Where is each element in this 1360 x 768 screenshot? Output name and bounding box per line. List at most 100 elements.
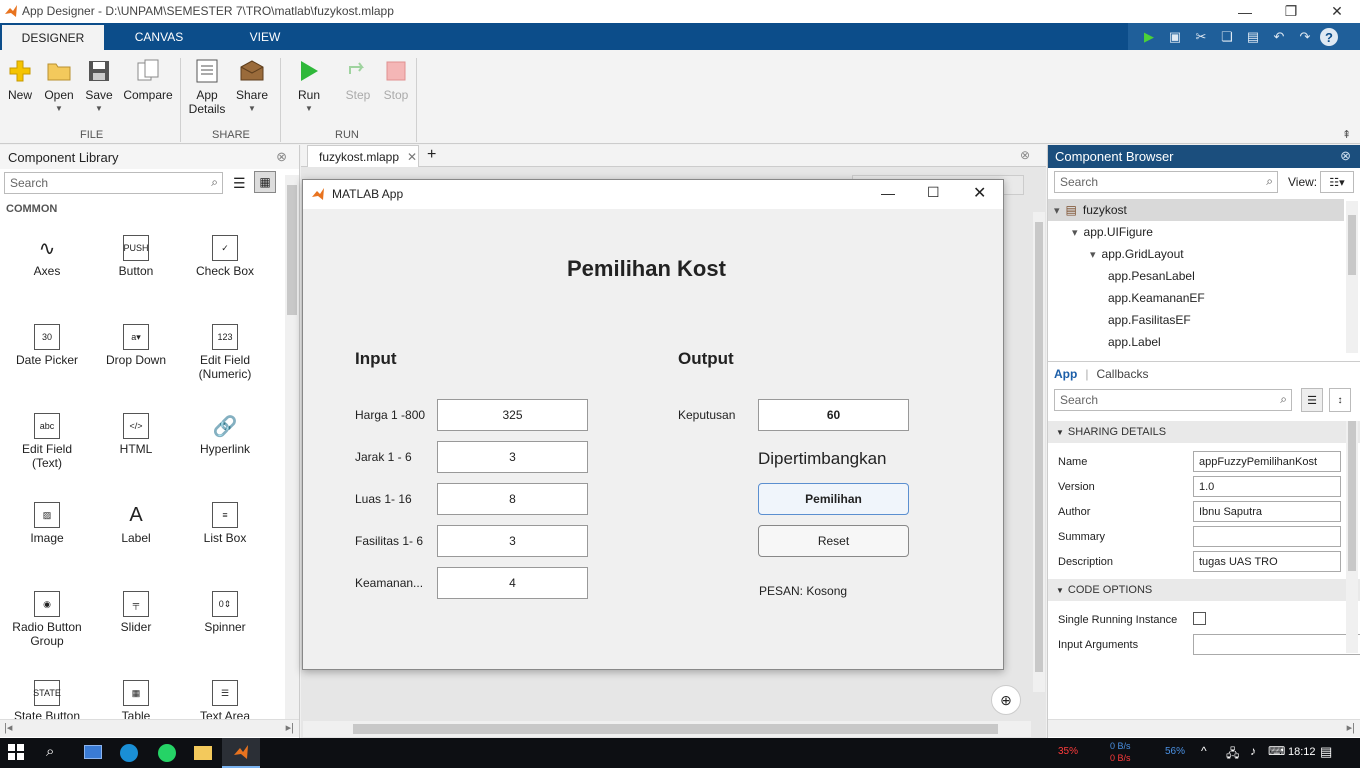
save-quick-icon[interactable]: ▣ (1164, 26, 1186, 47)
sharing-details-section[interactable]: ▼ SHARING DETAILS (1048, 421, 1360, 443)
matlab-taskbar-button[interactable] (222, 738, 260, 768)
chevron-down-icon[interactable]: ▾ (1072, 226, 1078, 239)
chevron-down-icon[interactable]: ▾ (1090, 248, 1096, 261)
description-prop-field[interactable]: tugas UAS TRO (1193, 551, 1341, 572)
summary-prop-field[interactable] (1193, 526, 1341, 547)
library-item[interactable]: abc Edit Field (Text) (3, 413, 91, 470)
grid-view-icon[interactable]: ▦ (254, 171, 276, 193)
canvas-vscrollbar[interactable] (1033, 212, 1045, 692)
save-button[interactable]: Save ▼ (84, 58, 114, 113)
minimize-icon[interactable]: — (1222, 0, 1268, 23)
tab-designer[interactable]: DESIGNER (2, 23, 104, 50)
zoom-icon[interactable]: ⊕ (991, 685, 1021, 715)
maximize-icon[interactable]: ❐ (1268, 0, 1314, 23)
copy-quick-icon[interactable]: ❏ (1216, 26, 1238, 47)
library-item[interactable]: ☰ Text Area (181, 680, 269, 723)
tree-scrollbar[interactable] (1346, 201, 1358, 353)
undo-quick-icon[interactable]: ↶ (1268, 26, 1290, 47)
whatsapp-icon[interactable] (158, 744, 176, 762)
input-field[interactable]: 3 (437, 441, 588, 473)
open-button[interactable]: Open ▼ (42, 58, 76, 113)
view-dropdown[interactable]: ☷▾ (1320, 171, 1354, 193)
share-button[interactable]: Share ▼ (234, 58, 270, 113)
tab-callbacks[interactable]: Callbacks (1096, 367, 1148, 381)
library-item[interactable]: ∿ Axes (3, 235, 91, 278)
cut-quick-icon[interactable]: ✂ (1190, 26, 1212, 47)
collapse-ribbon-icon[interactable]: ⇞ (1342, 128, 1351, 141)
tab-canvas[interactable]: CANVAS (108, 23, 210, 50)
add-tab-icon[interactable]: + (427, 146, 436, 164)
tree-node[interactable]: app.KeamananEF (1048, 287, 1344, 309)
library-item[interactable]: 0⇕ Spinner (181, 591, 269, 634)
library-item[interactable]: ◉ Radio Button Group (3, 591, 91, 648)
input-field[interactable]: 4 (437, 567, 588, 599)
list-view-icon[interactable]: ☰ (233, 175, 246, 192)
minimize-icon[interactable]: — (881, 185, 895, 201)
input-args-field[interactable] (1193, 634, 1360, 655)
library-item[interactable]: ╤ Slider (92, 591, 180, 634)
desktop-app-icon[interactable] (84, 745, 102, 759)
tree-node[interactable]: app.Label (1048, 331, 1344, 353)
redo-quick-icon[interactable]: ↷ (1294, 26, 1316, 47)
canvas-hscrollbar[interactable] (303, 721, 1031, 737)
app-details-button[interactable]: App Details (188, 58, 226, 116)
document-tab[interactable]: fuzykost.mlapp ✕ (307, 145, 419, 168)
single-instance-checkbox[interactable] (1193, 612, 1206, 625)
library-item[interactable]: 🔗 Hyperlink (181, 413, 269, 456)
properties-search-input[interactable]: Search ⌕ (1054, 389, 1292, 411)
volume-icon[interactable]: ♪ (1250, 744, 1256, 758)
code-options-section[interactable]: ▼ CODE OPTIONS (1048, 579, 1360, 601)
stop-button[interactable]: Stop (381, 58, 411, 102)
run-quick-icon[interactable]: ▶ (1138, 26, 1160, 47)
input-field[interactable]: 8 (437, 483, 588, 515)
search-icon[interactable]: ⌕ (46, 743, 54, 760)
library-item[interactable]: STATE State Button (3, 680, 91, 723)
sort-list-icon[interactable]: ☰ (1301, 388, 1323, 412)
input-field[interactable]: 325 (437, 399, 588, 431)
library-item[interactable]: 123 Edit Field (Numeric) (181, 324, 269, 381)
compare-button[interactable]: Compare (122, 58, 174, 102)
name-prop-field[interactable]: appFuzzyPemilihanKost (1193, 451, 1341, 472)
tab-view[interactable]: VIEW (214, 23, 316, 50)
library-item[interactable]: ▨ Image (3, 502, 91, 545)
panel-options-icon[interactable]: ⊗ (1020, 148, 1030, 162)
library-item[interactable]: </> HTML (92, 413, 180, 456)
chevron-up-icon[interactable]: ^ (1201, 744, 1207, 758)
help-icon[interactable]: ? (1320, 28, 1338, 46)
library-scrollbar[interactable] (285, 175, 299, 725)
chevron-down-icon[interactable]: ▾ (1054, 204, 1060, 217)
properties-scrollbar[interactable] (1346, 421, 1358, 653)
panel-options-icon[interactable]: ⊗ (1340, 148, 1351, 164)
network-icon[interactable]: 🖧 (1226, 744, 1239, 765)
keyboard-icon[interactable]: ⌨ (1268, 744, 1285, 758)
library-item[interactable]: A Label (92, 502, 180, 545)
tree-node[interactable]: app.PesanLabel (1048, 265, 1344, 287)
close-icon[interactable]: ✕ (973, 183, 986, 203)
step-button[interactable]: Step (342, 58, 374, 102)
library-item[interactable]: PUSH Button (92, 235, 180, 278)
author-prop-field[interactable]: Ibnu Saputra (1193, 501, 1341, 522)
browser-search-input[interactable]: Search ⌕ (1054, 171, 1278, 193)
library-item[interactable]: ≡ List Box (181, 502, 269, 545)
pemilihan-button[interactable]: Pemilihan (758, 483, 909, 515)
tab-app[interactable]: App (1054, 367, 1077, 381)
paste-quick-icon[interactable]: ▤ (1242, 26, 1264, 47)
windows-start-icon[interactable] (8, 744, 24, 760)
run-button[interactable]: Run ▼ (292, 58, 326, 113)
version-prop-field[interactable]: 1.0 (1193, 476, 1341, 497)
library-hscrollbar[interactable]: |◂ ▸| (0, 719, 299, 737)
reset-button[interactable]: Reset (758, 525, 909, 557)
new-button[interactable]: New (6, 58, 34, 102)
tree-node[interactable]: ▾ ▤ fuzykost (1048, 199, 1344, 221)
close-tab-icon[interactable]: ✕ (407, 150, 417, 164)
edge-browser-icon[interactable] (120, 744, 138, 762)
notification-icon[interactable]: ▤ (1320, 744, 1332, 760)
close-icon[interactable]: ✕ (1314, 0, 1360, 23)
maximize-icon[interactable]: ☐ (927, 184, 940, 201)
tree-node[interactable]: ▾ app.UIFigure (1048, 221, 1344, 243)
library-item[interactable]: ✓ Check Box (181, 235, 269, 278)
panel-options-icon[interactable]: ⊗ (276, 149, 287, 165)
library-item[interactable]: ▦ Table (92, 680, 180, 723)
library-item[interactable]: 30 Date Picker (3, 324, 91, 367)
tree-node[interactable]: app.FasilitasEF (1048, 309, 1344, 331)
